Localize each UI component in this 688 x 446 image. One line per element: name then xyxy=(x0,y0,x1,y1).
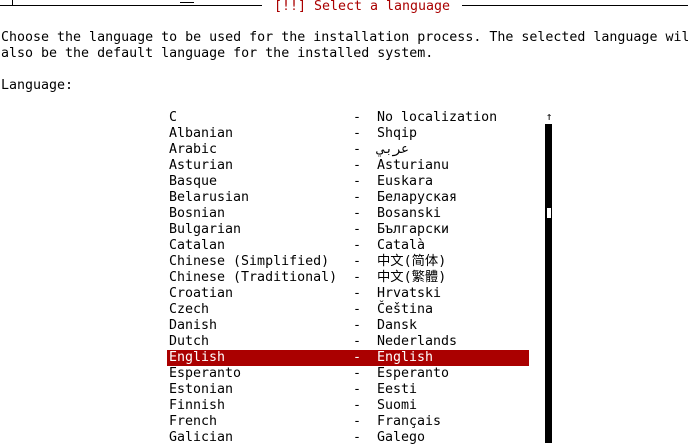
language-separator: - xyxy=(353,238,362,253)
language-option[interactable]: Danish - Dansk xyxy=(167,318,529,334)
language-native-name: Nederlands xyxy=(377,334,458,349)
language-separator: - xyxy=(353,190,362,205)
language-name: Albanian xyxy=(169,126,234,141)
language-option[interactable]: Estonian - Eesti xyxy=(167,382,529,398)
language-separator: - xyxy=(353,206,362,221)
language-name: Bulgarian xyxy=(169,222,242,237)
language-separator: - xyxy=(353,366,362,381)
language-option[interactable]: Chinese (Simplified) - 中文(简体) xyxy=(167,254,529,270)
description-line-1: Choose the language to be used for the i… xyxy=(1,30,688,45)
scrollbar-thumb[interactable] xyxy=(547,208,551,218)
language-name: Galician xyxy=(169,430,234,445)
language-option[interactable]: Bulgarian - Български xyxy=(167,222,529,238)
language-separator: - xyxy=(353,382,362,397)
dialog-frame-corner xyxy=(12,0,13,6)
language-option-selected[interactable]: English - English xyxy=(167,350,529,366)
description-line-2: also be the default language for the ins… xyxy=(1,46,434,61)
language-name: Bosnian xyxy=(169,206,226,221)
language-native-name: Français xyxy=(377,414,442,429)
language-native-name: 中文(繁體) xyxy=(377,270,447,285)
language-name: French xyxy=(169,414,218,429)
language-native-name: Eesti xyxy=(377,382,418,397)
language-name: Finnish xyxy=(169,398,226,413)
language-separator: - xyxy=(353,318,362,333)
language-native-name: Euskara xyxy=(377,174,434,189)
language-native-name: 中文(简体) xyxy=(377,254,447,269)
language-native-name: Bosanski xyxy=(377,206,442,221)
language-option[interactable]: Bosnian - Bosanski xyxy=(167,206,529,222)
language-separator: - xyxy=(353,414,362,429)
language-native-name: English xyxy=(377,350,434,365)
language-name: Danish xyxy=(169,318,218,333)
language-native-name: Català xyxy=(377,238,426,253)
language-name: Estonian xyxy=(169,382,234,397)
language-native-name: Hrvatski xyxy=(377,286,442,301)
language-native-name: Беларуская xyxy=(377,190,458,205)
language-separator: - xyxy=(353,254,362,269)
language-separator: - xyxy=(353,286,362,301)
language-option[interactable]: Belarusian - Беларуская xyxy=(167,190,529,206)
language-name: English xyxy=(169,350,226,365)
language-separator: - xyxy=(353,158,362,173)
language-option[interactable]: C - No localization xyxy=(167,110,529,126)
language-name: Croatian xyxy=(169,286,234,301)
language-native-name: Galego xyxy=(377,430,426,445)
language-name: Esperanto xyxy=(169,366,242,381)
language-name: Arabic xyxy=(169,142,218,157)
language-option[interactable]: Albanian - Shqip xyxy=(167,126,529,142)
language-separator: - xyxy=(353,430,362,445)
language-field-label: Language: xyxy=(1,78,74,93)
language-option[interactable]: Esperanto - Esperanto xyxy=(167,366,529,382)
language-native-name: Čeština xyxy=(377,302,434,317)
language-option[interactable]: Finnish - Suomi xyxy=(167,398,529,414)
language-name: Chinese (Simplified) xyxy=(169,254,330,269)
language-native-name: Esperanto xyxy=(377,366,450,381)
language-native-name: Dansk xyxy=(377,318,418,333)
language-option[interactable]: French - Français xyxy=(167,414,529,430)
language-name: Catalan xyxy=(169,238,226,253)
language-separator: - xyxy=(353,110,362,125)
language-native-name: Suomi xyxy=(377,398,418,413)
language-name: Belarusian xyxy=(169,190,250,205)
language-name: Czech xyxy=(169,302,210,317)
language-separator: - xyxy=(353,270,362,285)
scrollbar[interactable] xyxy=(545,124,552,443)
language-option[interactable]: Czech - Čeština xyxy=(167,302,529,318)
language-option[interactable]: Galician - Galego xyxy=(167,430,529,446)
language-option[interactable]: Catalan - Català xyxy=(167,238,529,254)
language-option[interactable]: Arabic - عربي xyxy=(167,142,529,158)
language-separator: - xyxy=(353,398,362,413)
language-option[interactable]: Asturian - Asturianu xyxy=(167,158,529,174)
language-separator: - xyxy=(353,350,362,365)
dialog-frame-mark xyxy=(180,2,194,3)
language-name: C xyxy=(169,110,178,125)
language-separator: - xyxy=(353,334,362,349)
language-option[interactable]: Basque - Euskara xyxy=(167,174,529,190)
language-separator: - xyxy=(353,174,362,189)
language-separator: - xyxy=(353,302,362,317)
language-native-name: عربي xyxy=(377,142,410,157)
language-name: Basque xyxy=(169,174,218,189)
language-name: Chinese (Traditional) xyxy=(169,270,338,285)
dialog-title: [!!] Select a language xyxy=(262,0,462,14)
language-name: Dutch xyxy=(169,334,210,349)
language-name: Asturian xyxy=(169,158,234,173)
language-native-name: Български xyxy=(377,222,450,237)
language-native-name: Asturianu xyxy=(377,158,450,173)
language-option[interactable]: Croatian - Hrvatski xyxy=(167,286,529,302)
language-separator: - xyxy=(353,222,362,237)
language-native-name: Shqip xyxy=(377,126,418,141)
language-separator: - xyxy=(353,142,362,157)
scroll-up-arrow-icon[interactable]: ↑ xyxy=(544,110,554,124)
language-option[interactable]: Dutch - Nederlands xyxy=(167,334,529,350)
language-native-name: No localization xyxy=(377,110,498,125)
language-separator: - xyxy=(353,126,362,141)
language-option[interactable]: Chinese (Traditional) - 中文(繁體) xyxy=(167,270,529,286)
